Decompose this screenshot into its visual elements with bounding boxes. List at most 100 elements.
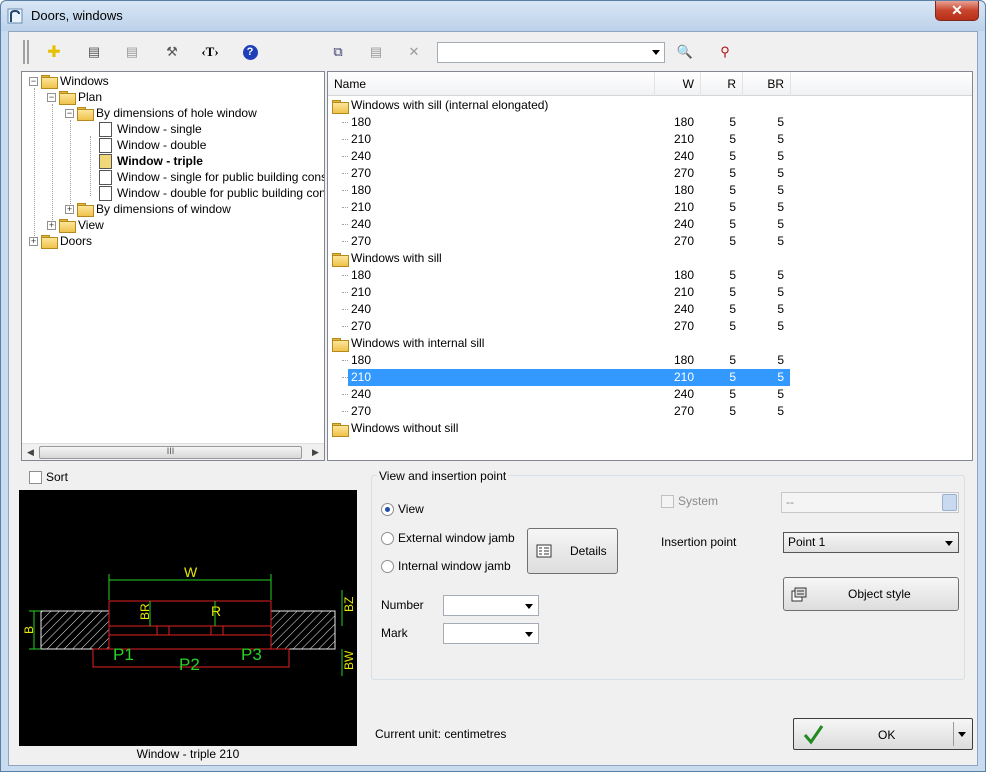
- table-row[interactable]: 180 180 5 5: [342, 114, 790, 131]
- text-button[interactable]: ‹T›: [199, 41, 221, 63]
- view-radio[interactable]: View: [381, 502, 424, 516]
- row-guide: [342, 173, 348, 174]
- list-group-label: Windows with internal sill: [351, 336, 485, 350]
- table-row[interactable]: 180 180 5 5: [342, 352, 790, 369]
- dim-label-r: R: [211, 603, 221, 619]
- insertion-point-combo[interactable]: Point 1: [783, 532, 959, 553]
- list-button[interactable]: ▤: [121, 41, 143, 63]
- column-header-br[interactable]: BR: [743, 72, 791, 96]
- table-row[interactable]: 180 180 5 5: [342, 267, 790, 284]
- tree-node[interactable]: Window - single: [99, 121, 202, 137]
- internal-jamb-label: Internal window jamb: [398, 559, 511, 573]
- expand-icon[interactable]: +: [65, 204, 74, 214]
- tree-node-label: By dimensions of hole window: [96, 106, 257, 120]
- table-row[interactable]: 270 270 5 5: [342, 318, 790, 335]
- table-row[interactable]: 240 240 5 5: [342, 386, 790, 403]
- system-combo[interactable]: --: [781, 492, 959, 513]
- list-group[interactable]: Windows with internal sill: [332, 335, 484, 352]
- tree-hscrollbar[interactable]: ◀ III ▶: [22, 443, 324, 460]
- list-group[interactable]: Windows with sill (internal elongated): [332, 97, 548, 114]
- row-guide: [342, 377, 348, 378]
- cell-r: 5: [729, 132, 736, 146]
- table-row[interactable]: 270 270 5 5: [342, 233, 790, 250]
- folder-icon: [41, 75, 58, 89]
- sort-check-box[interactable]: [29, 470, 42, 484]
- binoculars-button[interactable]: ⚲: [714, 41, 736, 63]
- table-row[interactable]: 240 240 5 5: [342, 216, 790, 233]
- add-button[interactable]: ✚: [43, 41, 65, 63]
- tree-node[interactable]: + View: [47, 217, 104, 233]
- row-guide: [342, 326, 348, 327]
- table-row[interactable]: 240 240 5 5: [342, 148, 790, 165]
- insertion-point-label: Insertion point: [661, 535, 737, 549]
- tree-node[interactable]: + Doors: [29, 233, 92, 249]
- folder-icon: [41, 235, 58, 249]
- collapse-icon[interactable]: −: [47, 92, 56, 102]
- cell-r: 5: [729, 217, 736, 231]
- collapse-icon[interactable]: −: [65, 108, 74, 118]
- expand-icon[interactable]: +: [29, 236, 38, 246]
- mark-combo[interactable]: [443, 623, 539, 644]
- tree-node[interactable]: − By dimensions of hole window: [65, 105, 257, 121]
- expand-icon[interactable]: +: [47, 220, 56, 230]
- category-tree[interactable]: − Windows − Plan − By dimensions of hole wind…: [21, 71, 325, 461]
- table-row[interactable]: 210 210 5 5: [342, 369, 790, 386]
- scroll-right-icon[interactable]: ▶: [312, 447, 319, 458]
- table-row[interactable]: 270 270 5 5: [342, 165, 790, 182]
- collapse-icon[interactable]: −: [29, 76, 38, 86]
- tools-button[interactable]: ⚒: [161, 41, 183, 63]
- column-header-name[interactable]: Name: [328, 72, 655, 96]
- tree-node[interactable]: + By dimensions of window: [65, 201, 231, 217]
- cell-name: 270: [351, 166, 372, 180]
- list-group[interactable]: Windows without sill: [332, 420, 458, 437]
- edit-button[interactable]: ▤: [83, 41, 105, 63]
- view-radio-dot[interactable]: [381, 502, 394, 516]
- sort-checkbox[interactable]: Sort: [29, 470, 68, 484]
- external-jamb-radio[interactable]: External window jamb: [381, 531, 515, 545]
- scroll-left-icon[interactable]: ◀: [27, 447, 34, 458]
- tree-node[interactable]: Window - double: [99, 137, 206, 153]
- external-jamb-radio-dot[interactable]: [381, 531, 394, 545]
- copy-button[interactable]: ⧉: [327, 41, 349, 63]
- object-style-button[interactable]: Object style: [783, 577, 959, 611]
- search-button[interactable]: 🔍: [674, 41, 696, 63]
- dim-label-bz: BZ: [342, 597, 356, 612]
- toolbar-grip[interactable]: [23, 40, 29, 64]
- tools-icon: ⚒: [166, 44, 178, 59]
- ok-button[interactable]: OK: [793, 718, 973, 750]
- internal-jamb-radio-dot[interactable]: [381, 559, 394, 573]
- add-icon: ✚: [47, 44, 61, 61]
- search-combo[interactable]: [437, 42, 665, 63]
- folder-icon: [77, 107, 94, 121]
- ok-dropdown-icon[interactable]: [958, 732, 966, 737]
- table-row[interactable]: 180 180 5 5: [342, 182, 790, 199]
- row-guide: [342, 360, 348, 361]
- table-row[interactable]: 210 210 5 5: [342, 284, 790, 301]
- tree-node[interactable]: Window - single for public building cons…: [99, 169, 324, 185]
- tree-node[interactable]: − Windows: [29, 73, 109, 89]
- system-check-box[interactable]: [661, 494, 674, 508]
- table-row[interactable]: 270 270 5 5: [342, 403, 790, 420]
- list-group[interactable]: Windows with sill: [332, 250, 442, 267]
- internal-jamb-radio[interactable]: Internal window jamb: [381, 559, 511, 573]
- help-button[interactable]: ?: [239, 41, 261, 63]
- system-checkbox[interactable]: System: [661, 494, 718, 508]
- tree-node[interactable]: Window - double for public building cons…: [99, 185, 324, 201]
- details-button[interactable]: Details: [527, 528, 618, 574]
- scroll-thumb[interactable]: III: [39, 446, 302, 459]
- cell-br: 5: [777, 200, 784, 214]
- number-combo[interactable]: [443, 595, 539, 616]
- table-row[interactable]: 210 210 5 5: [342, 131, 790, 148]
- tree-node[interactable]: Window - triple: [99, 153, 203, 169]
- object-list[interactable]: Name W R BR Windows with sill (internal …: [327, 71, 973, 461]
- column-header-w[interactable]: W: [655, 72, 701, 96]
- close-button[interactable]: ✕: [935, 1, 979, 21]
- tree-node[interactable]: − Plan: [47, 89, 102, 105]
- table-row[interactable]: 240 240 5 5: [342, 301, 790, 318]
- table-row[interactable]: 210 210 5 5: [342, 199, 790, 216]
- cell-w: 180: [673, 353, 694, 367]
- properties-button[interactable]: ▤: [365, 41, 387, 63]
- column-header-r[interactable]: R: [701, 72, 743, 96]
- cell-name: 240: [351, 302, 372, 316]
- delete-button[interactable]: ✕: [403, 41, 425, 63]
